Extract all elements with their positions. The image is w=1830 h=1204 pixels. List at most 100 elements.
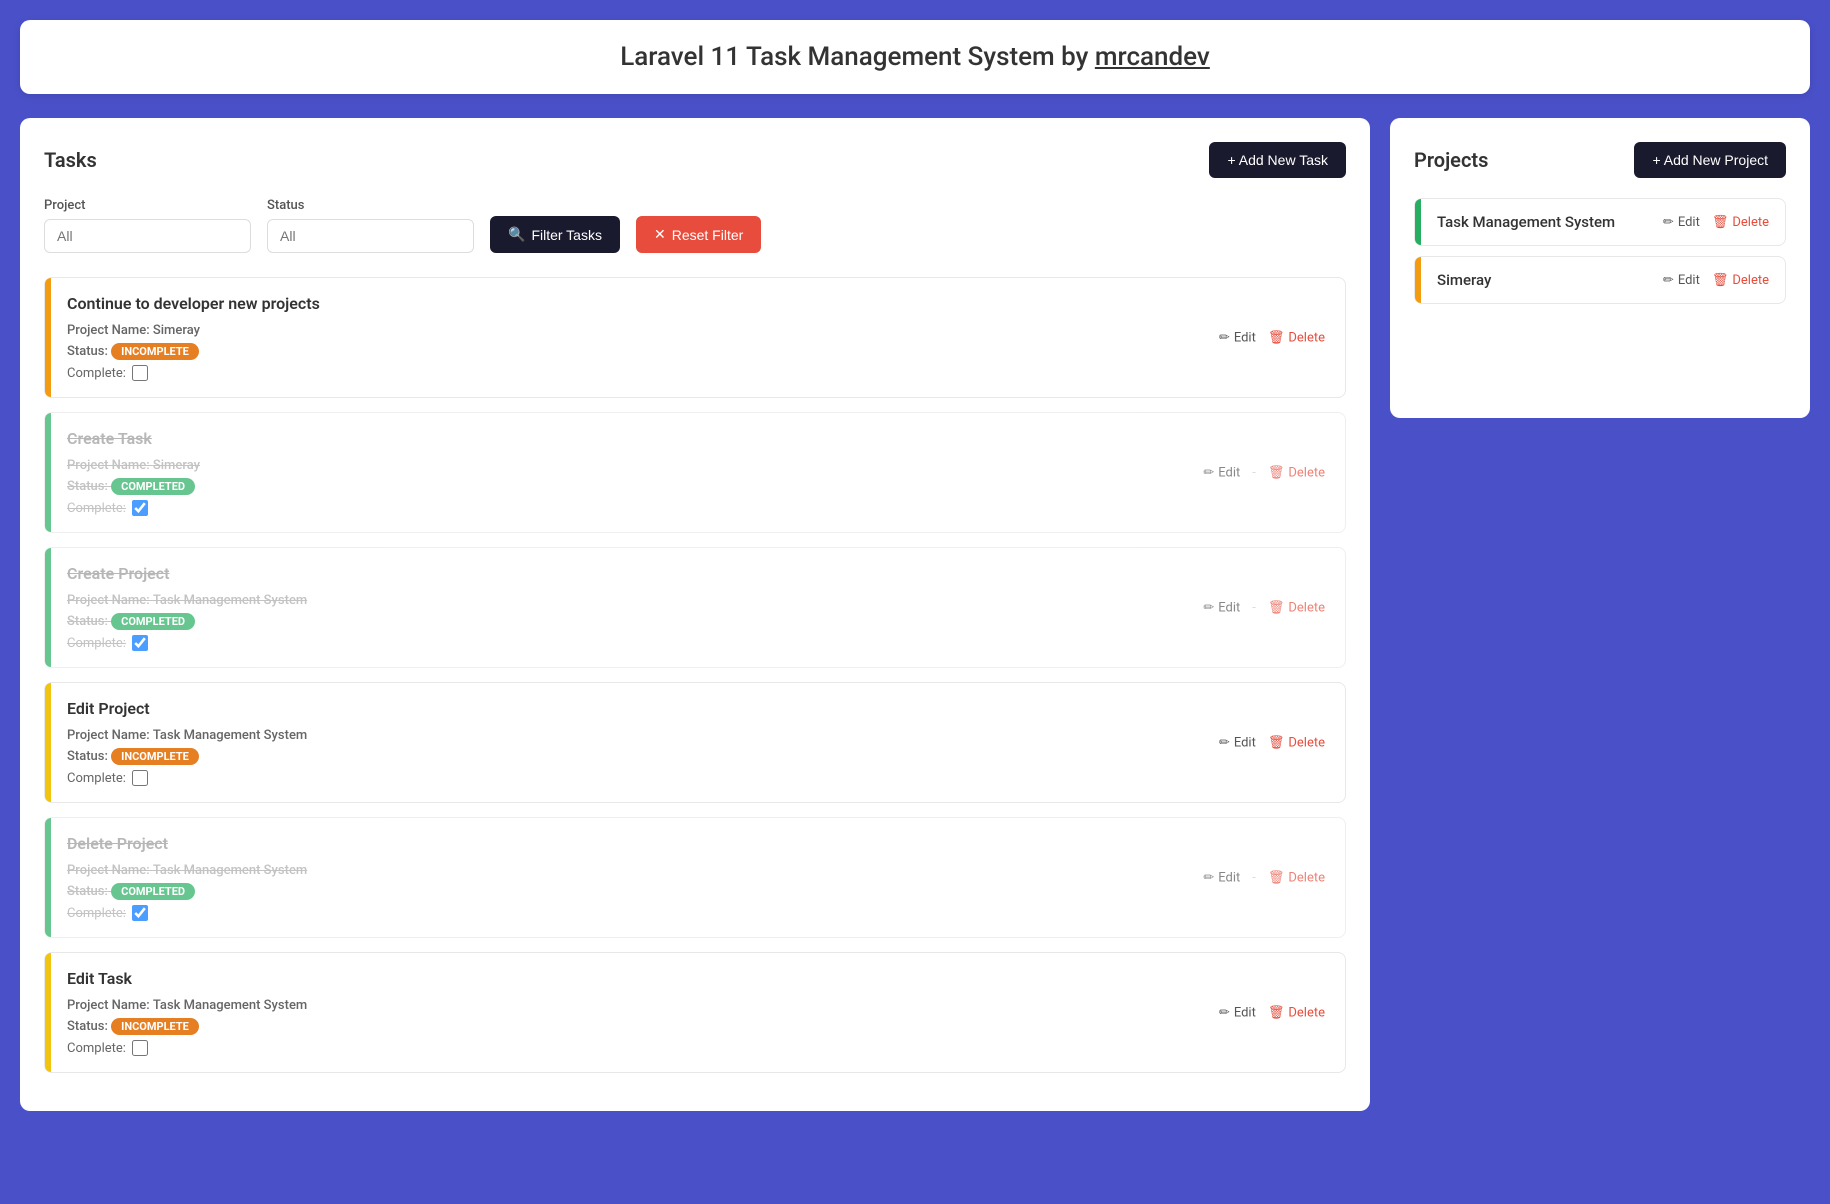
project-actions: ✏ Edit 🗑 Delete — [1663, 215, 1769, 230]
task-card: Edit Project Project Name: Task Manageme… — [44, 682, 1346, 803]
add-new-task-button[interactable]: + Add New Task — [1209, 142, 1346, 178]
complete-label: Complete: — [67, 636, 126, 651]
task-edit-button[interactable]: ✏ Edit — [1203, 870, 1240, 885]
status-filter-input[interactable] — [267, 219, 474, 253]
projects-title: Projects — [1414, 148, 1488, 172]
task-actions: ✏ Edit - 🗑 Delete — [1203, 600, 1325, 615]
task-actions: ✏ Edit - 🗑 Delete — [1203, 870, 1325, 885]
status-filter-label: Status — [267, 198, 474, 213]
complete-checkbox[interactable] — [132, 365, 148, 381]
task-card: Create Project Project Name: Task Manage… — [44, 547, 1346, 668]
tasks-panel: Tasks + Add New Task Project Status 🔍 Fi… — [20, 118, 1370, 1111]
pencil-icon: ✏ — [1663, 215, 1674, 230]
task-complete-row: Complete: — [67, 905, 1325, 921]
complete-checkbox[interactable] — [132, 905, 148, 921]
trash-icon: 🗑 — [1268, 465, 1285, 480]
project-name: Simeray — [1437, 271, 1491, 289]
tasks-list: Continue to developer new projects Proje… — [44, 277, 1346, 1073]
action-divider: - — [1252, 465, 1256, 480]
tasks-title: Tasks — [44, 148, 97, 172]
task-project: Project Name: Task Management System — [67, 998, 1325, 1013]
task-delete-button[interactable]: 🗑 Delete — [1268, 870, 1325, 885]
task-status: Status: COMPLETED — [67, 883, 1325, 900]
action-divider: - — [1252, 870, 1256, 885]
project-row: Simeray ✏ Edit 🗑 Delete — [1414, 256, 1786, 304]
task-complete-row: Complete: — [67, 1040, 1325, 1056]
task-complete-row: Complete: — [67, 365, 1325, 381]
trash-icon: 🗑 — [1268, 735, 1285, 750]
search-icon: 🔍 — [508, 226, 525, 243]
task-complete-row: Complete: — [67, 770, 1325, 786]
reset-filter-button[interactable]: ✕ Reset Filter — [636, 216, 761, 253]
task-delete-button[interactable]: 🗑 Delete — [1268, 1005, 1325, 1020]
task-title: Create Task — [67, 429, 1325, 448]
action-divider: - — [1252, 600, 1256, 615]
pencil-icon: ✏ — [1219, 1005, 1230, 1020]
task-complete-row: Complete: — [67, 635, 1325, 651]
complete-label: Complete: — [67, 771, 126, 786]
close-icon: ✕ — [654, 226, 666, 243]
project-edit-button[interactable]: ✏ Edit — [1663, 273, 1700, 288]
task-edit-button[interactable]: ✏ Edit — [1219, 1005, 1256, 1020]
trash-icon: 🗑 — [1268, 600, 1285, 615]
project-actions: ✏ Edit 🗑 Delete — [1663, 273, 1769, 288]
task-project: Project Name: Simeray — [67, 323, 1325, 338]
task-status: Status: COMPLETED — [67, 613, 1325, 630]
trash-icon: 🗑 — [1712, 215, 1729, 230]
task-project: Project Name: Task Management System — [67, 728, 1325, 743]
complete-checkbox[interactable] — [132, 635, 148, 651]
task-status: Status: INCOMPLETE — [67, 748, 1325, 765]
task-card: Create Task Project Name: Simeray Status… — [44, 412, 1346, 533]
project-filter-input[interactable] — [44, 219, 251, 253]
task-title: Delete Project — [67, 834, 1325, 853]
task-actions: ✏ Edit 🗑 Delete — [1219, 735, 1325, 750]
pencil-icon: ✏ — [1663, 273, 1674, 288]
complete-checkbox[interactable] — [132, 1040, 148, 1056]
project-name: Task Management System — [1437, 213, 1615, 231]
trash-icon: 🗑 — [1268, 330, 1285, 345]
task-status: Status: INCOMPLETE — [67, 343, 1325, 360]
task-delete-button[interactable]: 🗑 Delete — [1268, 465, 1325, 480]
project-delete-button[interactable]: 🗑 Delete — [1712, 215, 1769, 230]
main-layout: Tasks + Add New Task Project Status 🔍 Fi… — [20, 118, 1810, 1111]
trash-icon: 🗑 — [1268, 1005, 1285, 1020]
header-title: Laravel 11 Task Management System by — [620, 42, 1095, 72]
add-new-project-button[interactable]: + Add New Project — [1634, 142, 1786, 178]
task-actions: ✏ Edit - 🗑 Delete — [1203, 465, 1325, 480]
task-title: Edit Project — [67, 699, 1325, 718]
projects-list: Task Management System ✏ Edit 🗑 Delete S… — [1414, 198, 1786, 304]
complete-label: Complete: — [67, 501, 126, 516]
task-edit-button[interactable]: ✏ Edit — [1219, 735, 1256, 750]
filter-tasks-button[interactable]: 🔍 Filter Tasks — [490, 216, 620, 253]
pencil-icon: ✏ — [1219, 330, 1230, 345]
task-card: Continue to developer new projects Proje… — [44, 277, 1346, 398]
task-delete-button[interactable]: 🗑 Delete — [1268, 330, 1325, 345]
task-edit-button[interactable]: ✏ Edit — [1203, 600, 1240, 615]
task-actions: ✏ Edit 🗑 Delete — [1219, 1005, 1325, 1020]
task-card: Edit Task Project Name: Task Management … — [44, 952, 1346, 1073]
task-card: Delete Project Project Name: Task Manage… — [44, 817, 1346, 938]
task-status: Status: COMPLETED — [67, 478, 1325, 495]
complete-label: Complete: — [67, 906, 126, 921]
task-edit-button[interactable]: ✏ Edit — [1203, 465, 1240, 480]
trash-icon: 🗑 — [1712, 273, 1729, 288]
header-author: mrcandev — [1095, 42, 1210, 72]
task-title: Edit Task — [67, 969, 1325, 988]
trash-icon: 🗑 — [1268, 870, 1285, 885]
project-row: Task Management System ✏ Edit 🗑 Delete — [1414, 198, 1786, 246]
projects-panel: Projects + Add New Project Task Manageme… — [1390, 118, 1810, 418]
project-edit-button[interactable]: ✏ Edit — [1663, 215, 1700, 230]
complete-checkbox[interactable] — [132, 770, 148, 786]
task-actions: ✏ Edit 🗑 Delete — [1219, 330, 1325, 345]
pencil-icon: ✏ — [1203, 600, 1214, 615]
complete-checkbox[interactable] — [132, 500, 148, 516]
project-filter-label: Project — [44, 198, 251, 213]
pencil-icon: ✏ — [1203, 465, 1214, 480]
task-delete-button[interactable]: 🗑 Delete — [1268, 735, 1325, 750]
pencil-icon: ✏ — [1203, 870, 1214, 885]
task-title: Continue to developer new projects — [67, 294, 1325, 313]
task-edit-button[interactable]: ✏ Edit — [1219, 330, 1256, 345]
pencil-icon: ✏ — [1219, 735, 1230, 750]
task-delete-button[interactable]: 🗑 Delete — [1268, 600, 1325, 615]
project-delete-button[interactable]: 🗑 Delete — [1712, 273, 1769, 288]
